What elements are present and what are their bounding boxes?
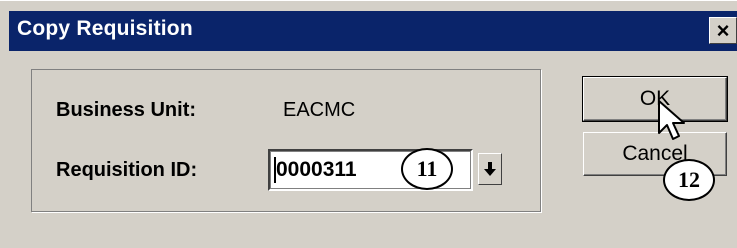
down-arrow-icon	[484, 162, 496, 176]
mouse-pointer-icon	[658, 100, 685, 140]
step-callout-11-label: 11	[416, 156, 438, 181]
business-unit-value: EACMC	[283, 99, 356, 121]
business-unit-label: Business Unit:	[56, 99, 197, 121]
step-callout-12-label: 12	[678, 167, 700, 192]
requisition-id-label: Requisition ID:	[56, 159, 198, 181]
step-callout-12: 12	[663, 159, 715, 201]
requisition-id-value: 0000311	[276, 158, 357, 181]
close-icon: ×	[716, 17, 730, 43]
copy-requisition-dialog: Copy Requisition × Business Unit: EACMC …	[0, 0, 737, 248]
title-bar: Copy Requisition ×	[9, 11, 737, 51]
close-button[interactable]: ×	[709, 17, 737, 44]
window-title: Copy Requisition	[17, 17, 193, 40]
requisition-id-lookup-button[interactable]	[478, 153, 502, 185]
ok-button[interactable]: OK	[582, 76, 728, 122]
step-callout-11: 11	[401, 148, 453, 190]
